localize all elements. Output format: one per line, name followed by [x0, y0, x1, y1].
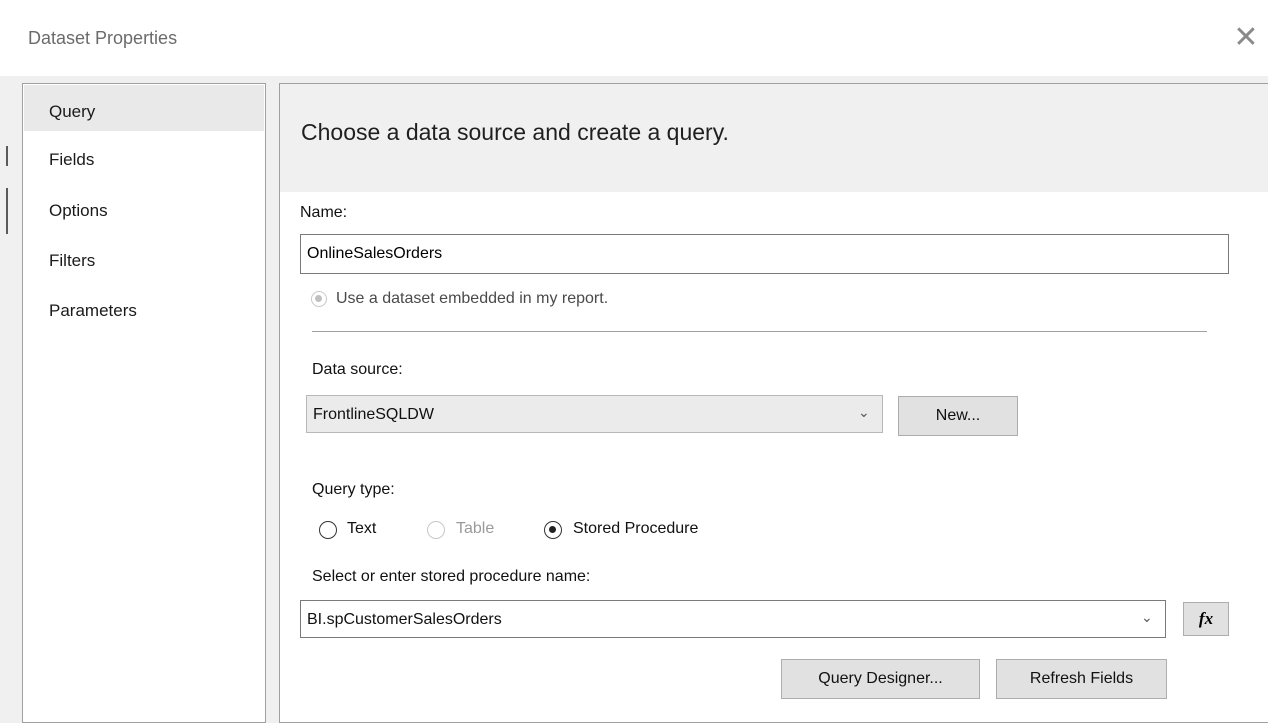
- separator: [312, 331, 1207, 332]
- data-source-select[interactable]: FrontlineSQLDW ⌄: [306, 395, 883, 433]
- nav-item-label: Query: [49, 102, 96, 121]
- nav-item-label: Filters: [49, 251, 96, 270]
- window-title: Dataset Properties: [28, 28, 178, 48]
- radio-dot: [315, 295, 322, 302]
- query-type-table-radio: [427, 521, 445, 539]
- name-label: Name:: [300, 204, 348, 221]
- data-source-value: FrontlineSQLDW: [313, 406, 434, 423]
- title-bar: [0, 0, 1268, 76]
- query-type-stored-procedure-label: Stored Procedure: [573, 520, 699, 537]
- query-designer-button[interactable]: Query Designer...: [781, 659, 980, 699]
- query-type-label: Query type:: [312, 481, 395, 498]
- embedded-dataset-label: Use a dataset embedded in my report.: [336, 290, 609, 307]
- window-edge-mark: [6, 188, 8, 234]
- data-source-label: Data source:: [312, 361, 403, 378]
- stored-procedure-select[interactable]: BI.spCustomerSalesOrders ⌄: [300, 600, 1166, 638]
- query-type-table-label: Table: [456, 520, 495, 537]
- window-edge-mark: [6, 146, 8, 166]
- query-type-stored-procedure-radio[interactable]: [544, 521, 562, 539]
- nav-item-label: Fields: [49, 150, 95, 169]
- nav-item-options[interactable]: Options: [24, 187, 264, 233]
- nav-item-query[interactable]: Query: [24, 85, 264, 131]
- nav-item-label: Options: [49, 201, 108, 220]
- nav-item-label: Parameters: [49, 301, 137, 320]
- name-input[interactable]: [300, 234, 1229, 274]
- nav-item-fields[interactable]: Fields: [24, 136, 264, 182]
- fx-icon[interactable]: fx: [1183, 602, 1229, 636]
- chevron-down-icon[interactable]: ⌄: [858, 405, 870, 421]
- stored-procedure-label: Select or enter stored procedure name:: [312, 568, 591, 585]
- chevron-down-icon[interactable]: ⌄: [1141, 610, 1153, 626]
- page-title: Choose a data source and create a query.: [301, 119, 729, 145]
- nav-item-filters[interactable]: Filters: [24, 237, 264, 283]
- nav-panel: Query Fields Options Filters Parameters: [22, 83, 266, 723]
- query-type-text-label: Text: [347, 520, 377, 537]
- radio-dot: [549, 526, 556, 533]
- query-type-text-radio[interactable]: [319, 521, 337, 539]
- refresh-fields-button[interactable]: Refresh Fields: [996, 659, 1167, 699]
- new-data-source-button[interactable]: New...: [898, 396, 1018, 436]
- embedded-dataset-radio: [311, 291, 327, 307]
- nav-item-parameters[interactable]: Parameters: [24, 287, 264, 333]
- stored-procedure-value: BI.spCustomerSalesOrders: [307, 611, 502, 628]
- close-icon[interactable]: ✕: [1232, 23, 1260, 53]
